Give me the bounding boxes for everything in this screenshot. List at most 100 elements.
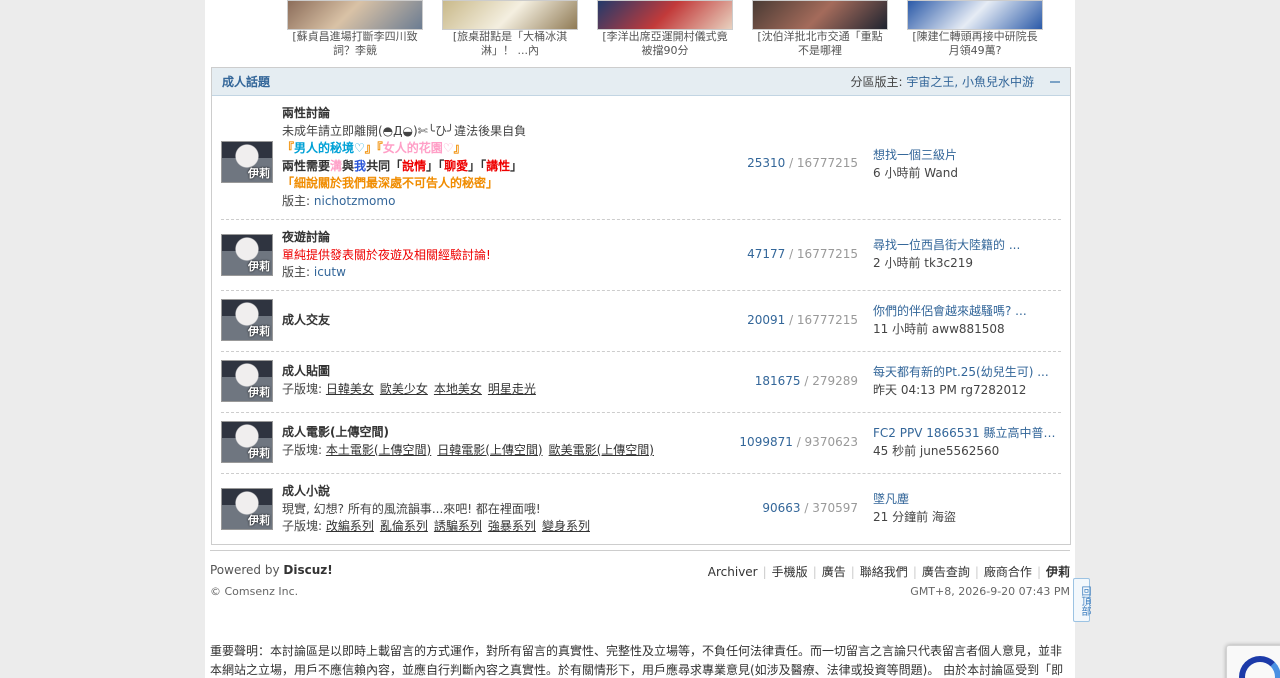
forum-last-post: 墜凡塵 21 分鐘前 海盜 <box>873 490 1063 526</box>
last-post-meta[interactable]: 21 分鐘前 海盜 <box>873 510 956 524</box>
forum-stats: 1099871 / 9370623 <box>739 435 858 449</box>
footer-link-ads[interactable]: 廣告 <box>822 565 846 579</box>
copyright: © Comsenz Inc. <box>210 585 299 598</box>
footer-brand[interactable]: 伊莉 <box>1046 565 1070 579</box>
subforum-link[interactable]: 改編系列 <box>326 519 374 533</box>
discuz-link[interactable]: Discuz! <box>283 563 332 577</box>
forum-info: 兩性討論 未成年請立即離開(◓Д◒)✄╰ひ╯違法後果自負 『男人的秘境♡』『女人… <box>282 105 526 211</box>
forum-last-post: 每天都有新的Pt.25(幼兒生可) ... 昨天 04:13 PM rg7282… <box>873 363 1063 399</box>
powered-by: Powered by Discuz! <box>210 563 333 577</box>
forum-name[interactable]: 夜遊討論 <box>282 229 491 247</box>
last-post-title[interactable]: 墜凡塵 <box>873 490 1063 508</box>
last-post-meta[interactable]: 2 小時前 tk3c219 <box>873 256 973 270</box>
subforum-link[interactable]: 亂倫系列 <box>380 519 428 533</box>
footer-link-ad-query[interactable]: 廣告查詢 <box>922 565 970 579</box>
forum-icon-label: 伊莉 <box>248 386 270 399</box>
subforum-link[interactable]: 強暴系列 <box>488 519 536 533</box>
last-post-title[interactable]: 你們的伴侶會越來越騷嗎? ... <box>873 302 1063 320</box>
last-post-meta[interactable]: 11 小時前 aww881508 <box>873 322 1005 336</box>
thumbnail-image[interactable] <box>287 0 423 30</box>
subforum-link[interactable]: 本地美女 <box>434 382 482 396</box>
thumbnail-caption[interactable]: [陳建仁轉頭再接中研院長月領49萬? <box>905 30 1045 58</box>
forum-last-post: 尋找一位西昌街大陸籍的 ... 2 小時前 tk3c219 <box>873 236 1063 272</box>
thumbnail-caption[interactable]: [蘇貞昌進場打斷李四川致詞？李競 <box>285 30 425 58</box>
forum-icon[interactable]: 伊莉 <box>221 141 273 183</box>
forum-desc-line2: 『男人的秘境♡』『女人的花園♡』 <box>282 141 466 156</box>
forum-icon-label: 伊莉 <box>248 514 270 527</box>
forum-moderator: 版主: icutw <box>282 265 346 280</box>
last-post-meta[interactable]: 45 秒前 june5562560 <box>873 444 999 458</box>
forum-info: 成人電影(上傳空間) 子版塊: 本土電影(上傳空間) 日韓電影(上傳空間) 歐美電影… <box>282 424 660 459</box>
thumbnail-item[interactable]: [陳建仁轉頭再接中研院長月領49萬? <box>905 0 1045 58</box>
category-header: 成人話題 分區版主: 宇宙之王, 小魚兒水中游 <box>212 68 1070 96</box>
thumbnail-item[interactable]: [沈伯洋批北市交通「重點不是哪裡 <box>750 0 890 58</box>
category-title[interactable]: 成人話題 <box>222 73 270 90</box>
footer-link-mobile[interactable]: 手機版 <box>772 565 808 579</box>
forum-stats: 47177 / 16777215 <box>747 247 858 261</box>
thumbnail-caption[interactable]: [沈伯洋批北市交通「重點不是哪裡 <box>750 30 890 58</box>
thumbnail-item[interactable]: [旅桌甜點是「大桶冰淇淋」！ ...內 <box>440 0 580 58</box>
recaptcha-badge-icon[interactable] <box>1226 645 1280 678</box>
last-post-title[interactable]: 尋找一位西昌街大陸籍的 ... <box>873 236 1063 254</box>
forum-desc: 單純提供發表關於夜遊及相關經驗討論! <box>282 247 491 262</box>
thumbnail-caption[interactable]: [李洋出席亞運開村儀式竟被擋90分 <box>595 30 735 58</box>
moderators-label: 分區版主: <box>850 75 903 89</box>
subforum-link[interactable]: 日韓美女 <box>326 382 374 396</box>
forum-icon-label: 伊莉 <box>248 260 270 273</box>
thumbnail-image[interactable] <box>907 0 1043 30</box>
subforum-list: 子版塊: 日韓美女 歐美少女 本地美女 明星走光 <box>282 381 542 399</box>
thumbnail-item[interactable]: [蘇貞昌進場打斷李四川致詞？李競 <box>285 0 425 58</box>
back-to-top-button[interactable]: 回頂部 <box>1073 578 1090 622</box>
forum-name[interactable]: 兩性討論 <box>282 105 526 123</box>
subforum-link[interactable]: 明星走光 <box>488 382 536 396</box>
thumbnail-image[interactable] <box>442 0 578 30</box>
subforum-link[interactable]: 變身系列 <box>542 519 590 533</box>
moderator-link[interactable]: icutw <box>314 265 346 279</box>
last-post-title[interactable]: FC2 PPV 1866531 縣立高中普通... <box>873 424 1063 442</box>
last-post-meta[interactable]: 6 小時前 Wand <box>873 166 958 180</box>
subforum-label: 子版塊: <box>282 519 323 534</box>
forum-icon[interactable]: 伊莉 <box>221 234 273 276</box>
subforum-link[interactable]: 歐美電影(上傳空間) <box>549 443 654 457</box>
server-time: GMT+8, 2026-9-20 07:43 PM <box>910 585 1070 598</box>
last-post-meta[interactable]: 昨天 04:13 PM rg7282012 <box>873 383 1026 397</box>
collapse-icon[interactable] <box>1050 80 1060 83</box>
forum-name[interactable]: 成人電影(上傳空間) <box>282 424 660 442</box>
thumbnail-image[interactable] <box>597 0 733 30</box>
footer-link-partner[interactable]: 廠商合作 <box>984 565 1032 579</box>
forum-name[interactable]: 成人交友 <box>282 312 330 330</box>
footer-link-contact[interactable]: 聯絡我們 <box>860 565 908 579</box>
last-post-title[interactable]: 每天都有新的Pt.25(幼兒生可) ... <box>873 363 1063 381</box>
forum-icon[interactable]: 伊莉 <box>221 488 273 530</box>
forum-last-post: 想找一個三級片 6 小時前 Wand <box>873 146 1063 182</box>
legal-notice: 重要聲明：本討論區是以即時上載留言的方式運作，對所有留言的真實性、完整性及立場等… <box>210 644 1064 677</box>
forum-moderator: 版主: nichotzmomo <box>282 193 396 208</box>
subforum-link[interactable]: 歐美少女 <box>380 382 428 396</box>
subforum-list: 子版塊: 改編系列 亂倫系列 誘騙系列 強暴系列 變身系列 <box>282 518 596 536</box>
moderator-link[interactable]: nichotzmomo <box>314 194 396 208</box>
subforum-label: 子版塊: <box>282 381 323 396</box>
forum-name[interactable]: 成人貼圖 <box>282 363 542 381</box>
thumbnail-caption[interactable]: [旅桌甜點是「大桶冰淇淋」！ ...內 <box>440 30 580 58</box>
forum-last-post: FC2 PPV 1866531 縣立高中普通... 45 秒前 june5562… <box>873 424 1063 460</box>
thumbnail-item[interactable]: [李洋出席亞運開村儀式竟被擋90分 <box>595 0 735 58</box>
last-post-title[interactable]: 想找一個三級片 <box>873 146 1063 164</box>
subforum-link[interactable]: 本土電影(上傳空間) <box>326 443 431 457</box>
forum-info: 成人小說 現實, 幻想? 所有的風流韻事...來吧! 都在裡面哦! 子版塊: 改… <box>282 483 596 536</box>
subforum-label: 子版塊: <box>282 442 323 457</box>
page-footer: Powered by Discuz! © Comsenz Inc. Archiv… <box>210 550 1070 598</box>
subforum-link[interactable]: 日韓電影(上傳空間) <box>437 443 542 457</box>
moderators-links[interactable]: 宇宙之王, 小魚兒水中游 <box>906 75 1034 89</box>
forum-icon[interactable]: 伊莉 <box>221 421 273 463</box>
footer-link-archiver[interactable]: Archiver <box>708 565 758 579</box>
forum-icon-label: 伊莉 <box>248 325 270 338</box>
forum-category-box: 成人話題 分區版主: 宇宙之王, 小魚兒水中游 伊莉 兩性討論 未成年請立即離開… <box>211 67 1071 545</box>
thumbnail-image[interactable] <box>752 0 888 30</box>
forum-desc-line1: 未成年請立即離開(◓Д◒)✄╰ひ╯違法後果自負 <box>282 123 527 138</box>
forum-row-gender: 伊莉 兩性討論 未成年請立即離開(◓Д◒)✄╰ひ╯違法後果自負 『男人的秘境♡』… <box>221 104 1061 220</box>
forum-icon[interactable]: 伊莉 <box>221 360 273 402</box>
forum-name[interactable]: 成人小說 <box>282 483 596 501</box>
forum-icon[interactable]: 伊莉 <box>221 299 273 341</box>
subforum-link[interactable]: 誘騙系列 <box>434 519 482 533</box>
forum-row-movies: 伊莉 成人電影(上傳空間) 子版塊: 本土電影(上傳空間) 日韓電影(上傳空間) 歐… <box>221 413 1063 474</box>
